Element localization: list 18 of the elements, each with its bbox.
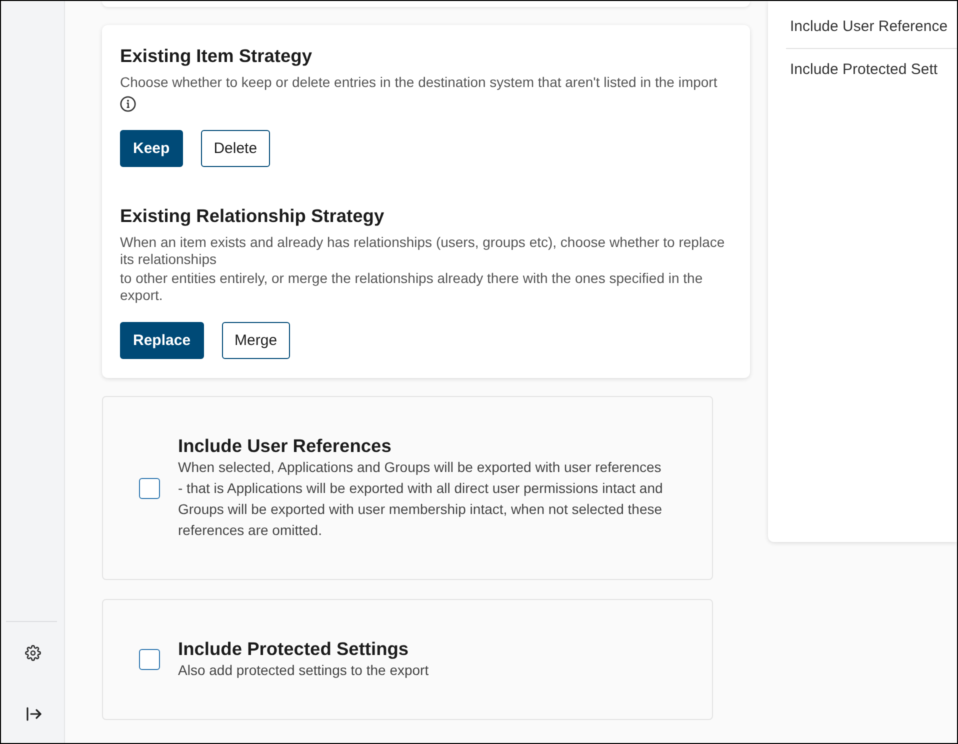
info-icon[interactable] bbox=[120, 96, 136, 112]
option-description: When selected, Applications and Groups will be exported with user references - that is Applications will be exported with all direct user permissions intact and Groups will be exported with user membership intact, when not selected these references are omitted. bbox=[178, 458, 664, 540]
choice-button[interactable]: Replace bbox=[120, 322, 204, 359]
section-title: Existing Relationship Strategy bbox=[120, 205, 386, 227]
choice-button[interactable]: Keep bbox=[120, 130, 183, 167]
nav-link[interactable]: Include Protected Sett bbox=[786, 49, 942, 91]
option-title: Include User References bbox=[178, 435, 392, 457]
choice-button[interactable]: Merge bbox=[222, 322, 290, 359]
description-text: to other entities entirely, or merge the relationships already there with the ones specified in the export. bbox=[120, 270, 704, 304]
choice-button[interactable]: Delete bbox=[200, 130, 270, 167]
nav-link[interactable]: Include User Reference bbox=[786, 6, 952, 48]
description-text: Choose whether to keep or delete entries in the destination system that aren't listed in the import bbox=[120, 74, 718, 91]
option-description: Also add protected settings to the export bbox=[178, 661, 430, 680]
checkbox[interactable] bbox=[139, 649, 160, 670]
checkbox[interactable] bbox=[139, 478, 160, 498]
option-title: Include Protected Settings bbox=[178, 638, 410, 660]
section-title: Existing Item Strategy bbox=[120, 45, 314, 67]
settings-icon[interactable] bbox=[24, 645, 40, 661]
